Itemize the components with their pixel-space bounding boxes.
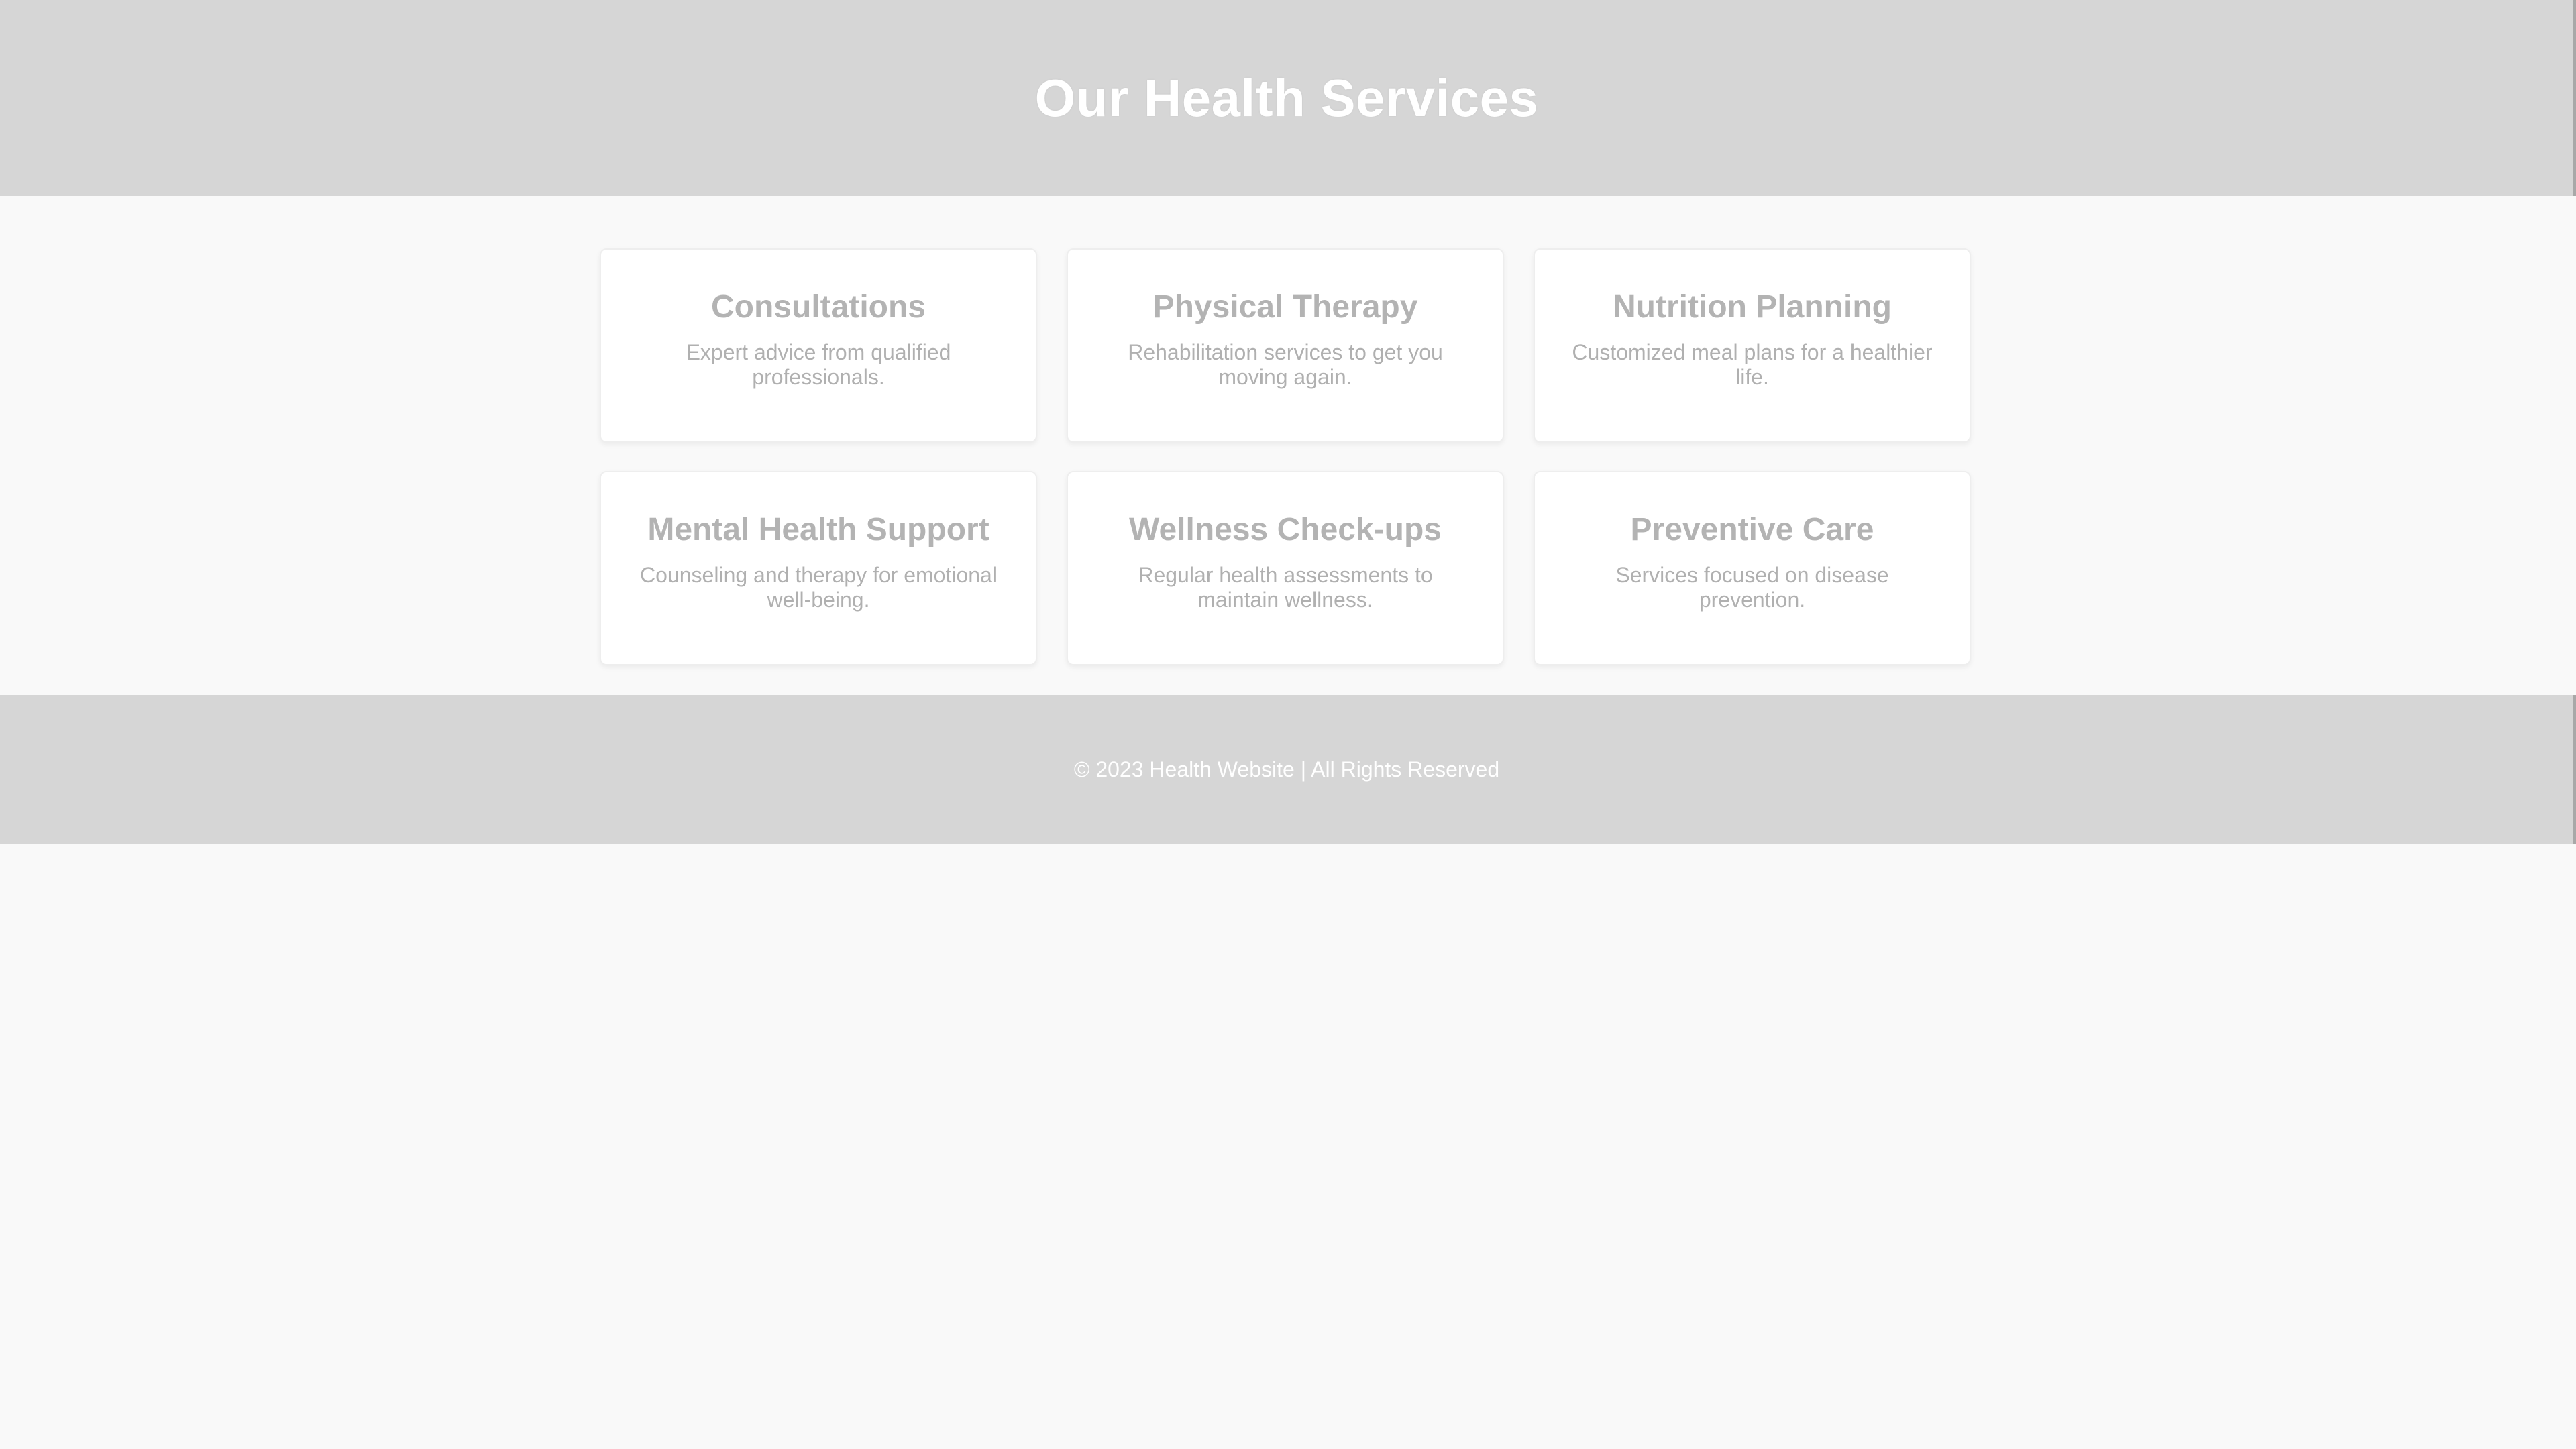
- service-description: Customized meal plans for a healthier li…: [1572, 340, 1933, 389]
- service-description: Regular health assessments to maintain w…: [1138, 563, 1433, 612]
- page-header: Our Health Services: [0, 0, 2576, 196]
- page-title: Our Health Services: [1034, 68, 1539, 127]
- service-description: Services focused on disease prevention.: [1615, 563, 1889, 612]
- service-description: Rehabilitation services to get you movin…: [1128, 340, 1443, 389]
- service-description: Counseling and therapy for emotional wel…: [640, 563, 997, 612]
- service-title: Consultations: [711, 289, 926, 325]
- page-footer: © 2023 Health Website | All Rights Reser…: [0, 695, 2576, 844]
- service-card-consultations[interactable]: Consultations Expert advice from qualifi…: [600, 248, 1037, 443]
- footer-copyright: © 2023 Health Website | All Rights Reser…: [1073, 757, 1500, 782]
- service-title: Wellness Check-ups: [1129, 512, 1442, 547]
- service-title: Physical Therapy: [1152, 289, 1418, 325]
- service-card-wellness-check-ups[interactable]: Wellness Check-ups Regular health assess…: [1067, 471, 1504, 665]
- service-title: Preventive Care: [1630, 512, 1874, 547]
- services-section: Consultations Expert advice from qualifi…: [0, 196, 2576, 695]
- service-card-physical-therapy[interactable]: Physical Therapy Rehabilitation services…: [1067, 248, 1504, 443]
- service-card-preventive-care[interactable]: Preventive Care Services focused on dise…: [1534, 471, 1971, 665]
- service-description: Expert advice from qualified professiona…: [686, 340, 951, 389]
- service-card-mental-health-support[interactable]: Mental Health Support Counseling and the…: [600, 471, 1037, 665]
- service-title: Nutrition Planning: [1613, 289, 1892, 325]
- service-card-nutrition-planning[interactable]: Nutrition Planning Customized meal plans…: [1534, 248, 1971, 443]
- service-title: Mental Health Support: [647, 512, 989, 547]
- services-grid: Consultations Expert advice from qualifi…: [600, 248, 1971, 665]
